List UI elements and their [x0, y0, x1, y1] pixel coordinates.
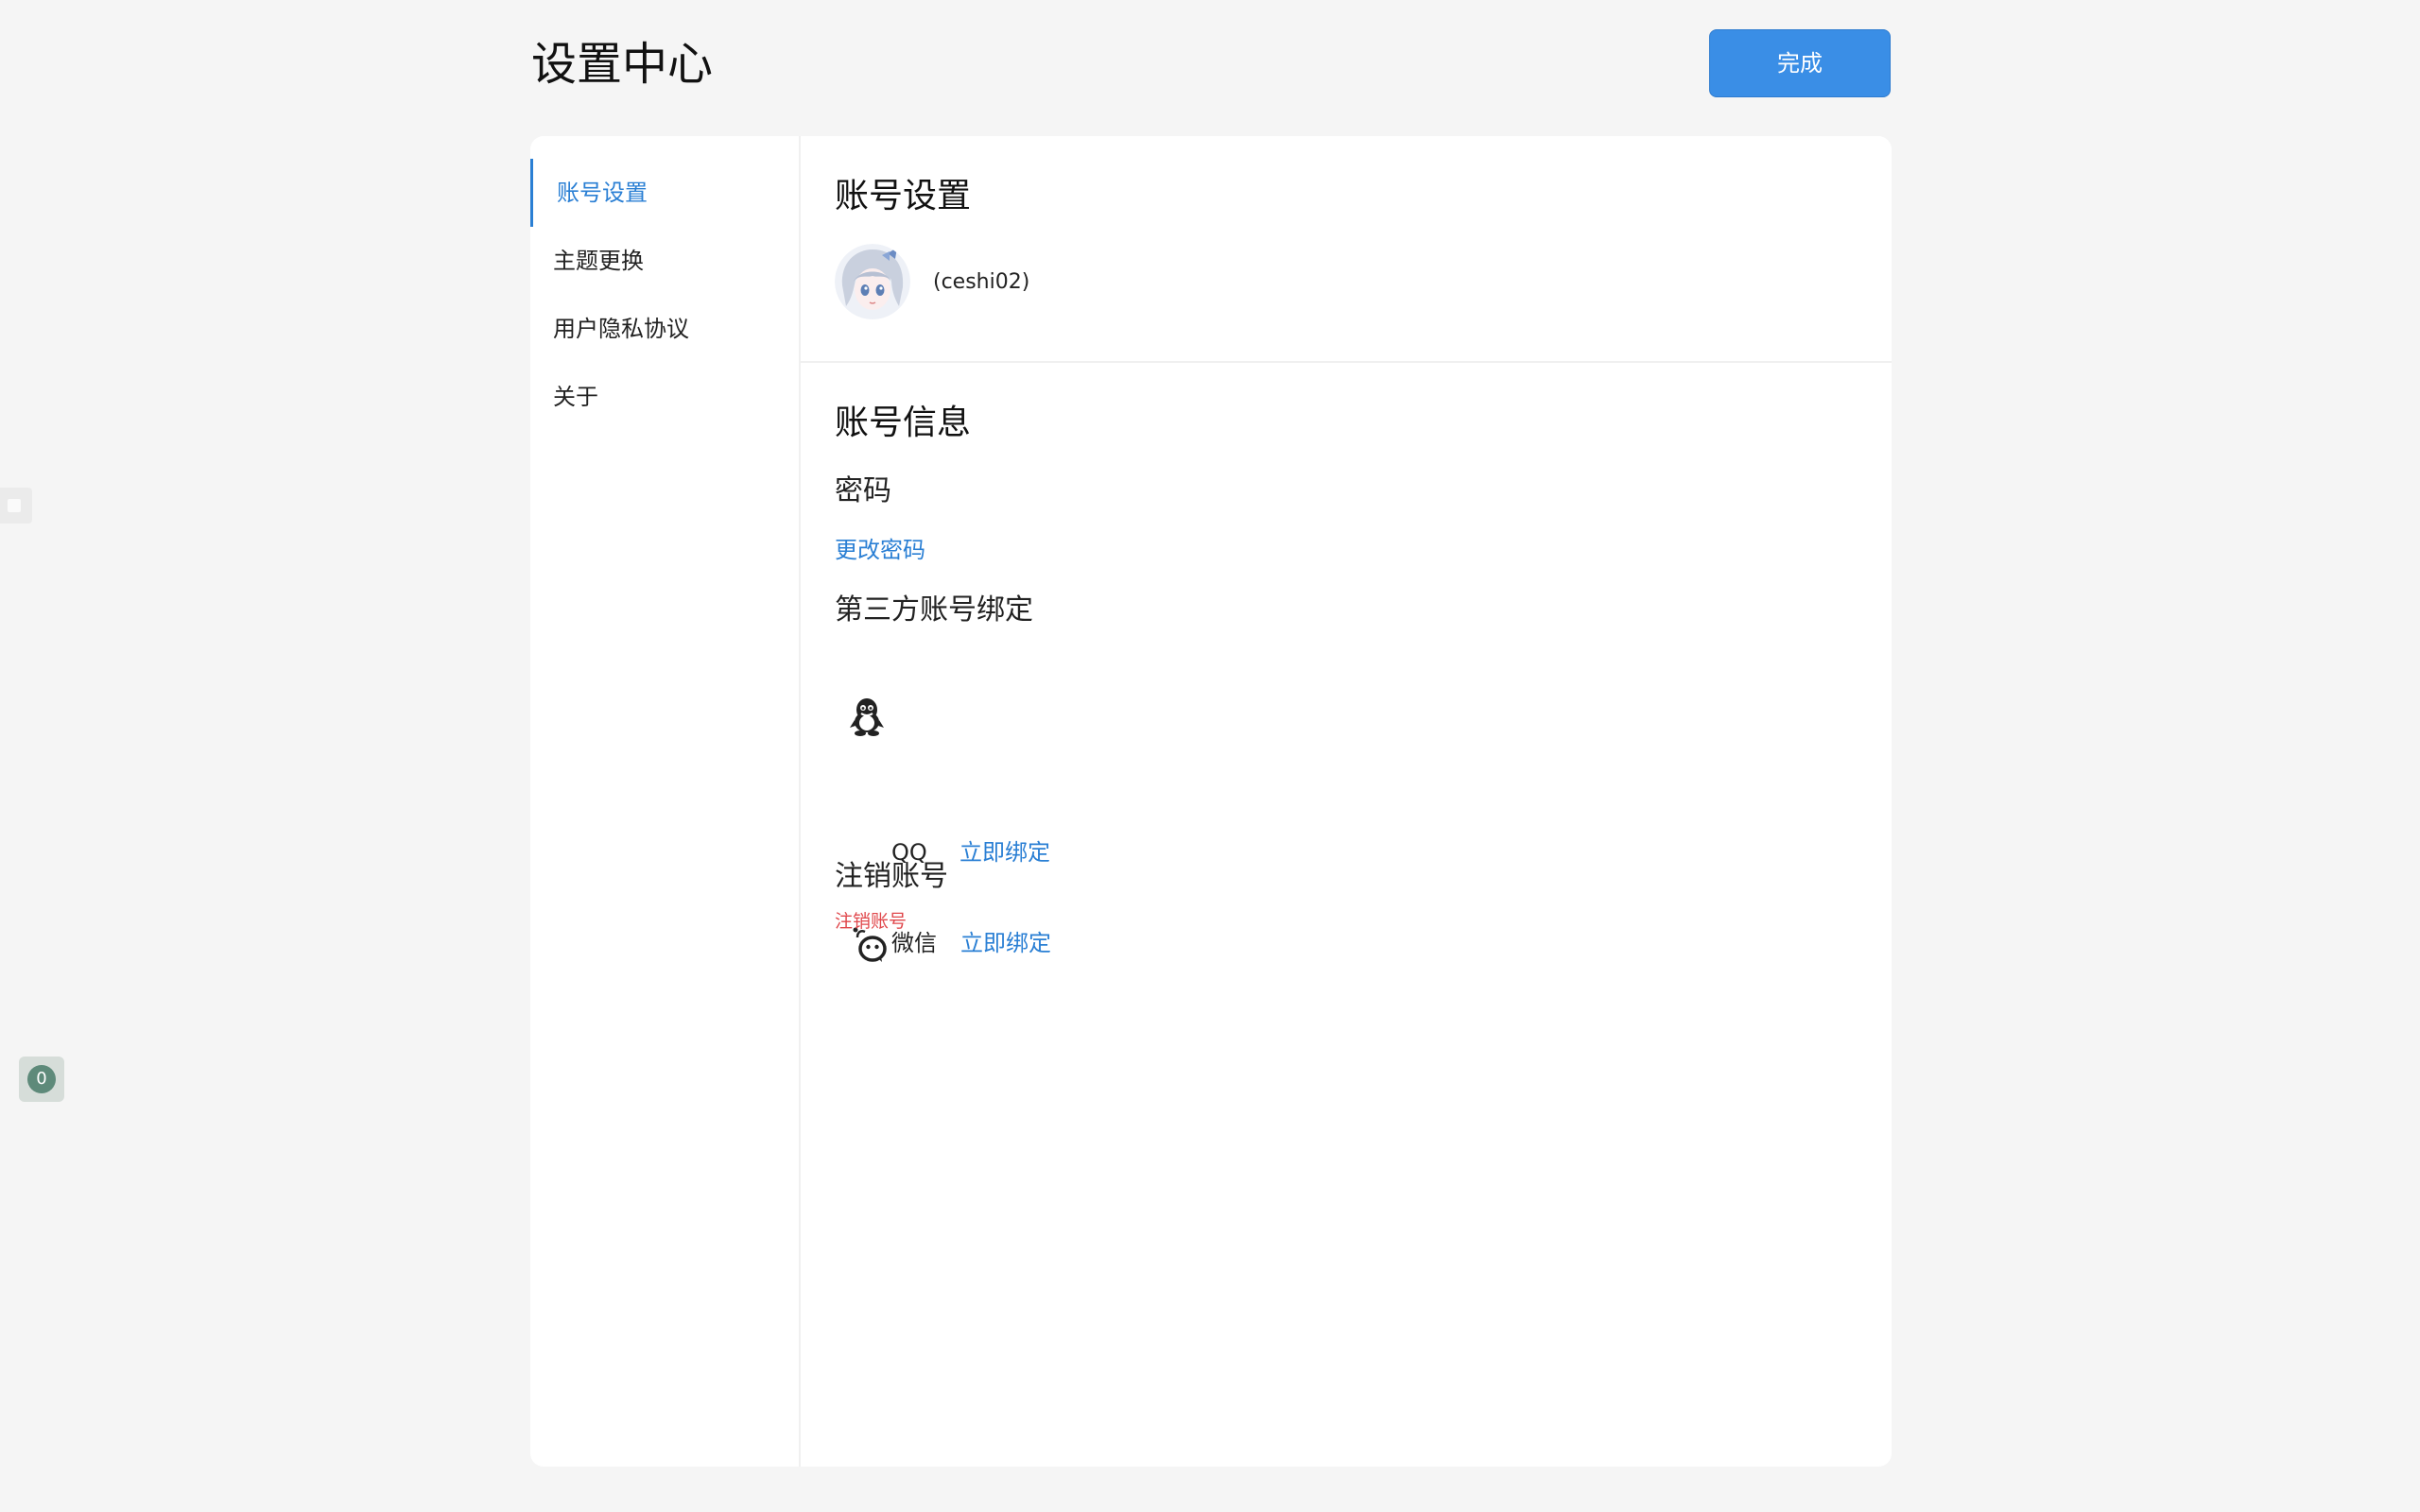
- settings-content: 账号设置 (ceshi02) 账号信息 密码 更改密码 第三方账号绑定 QQ 立…: [801, 136, 1892, 1467]
- settings-card: 账号设置 主题更换 用户隐私协议 关于 账号设置 (ceshi02) 账号信息 …: [530, 136, 1892, 1467]
- bind-wechat-link[interactable]: 立即绑定: [960, 928, 1051, 958]
- account-info-heading: 账号信息: [835, 404, 972, 442]
- avatar-image: [835, 244, 910, 319]
- password-heading: 密码: [835, 474, 891, 507]
- page-title: 设置中心: [531, 38, 714, 91]
- settings-sidebar: 账号设置 主题更换 用户隐私协议 关于: [530, 136, 801, 1467]
- sidebar-item-about[interactable]: 关于: [530, 363, 799, 431]
- floating-counter-badge: 0: [27, 1065, 56, 1093]
- section-divider: [801, 361, 1892, 363]
- qq-icon: [846, 696, 888, 737]
- username: (ceshi02): [933, 270, 1030, 294]
- third-party-binding-heading: 第三方账号绑定: [835, 593, 1033, 627]
- done-button[interactable]: 完成: [1709, 29, 1891, 97]
- sidebar-item-account-settings[interactable]: 账号设置: [530, 159, 799, 227]
- sidebar-item-privacy-policy[interactable]: 用户隐私协议: [530, 295, 799, 363]
- account-settings-heading: 账号设置: [835, 177, 972, 215]
- change-password-link[interactable]: 更改密码: [835, 535, 925, 565]
- bind-qq-link[interactable]: 立即绑定: [959, 837, 1050, 868]
- deactivate-account-heading: 注销账号: [835, 860, 948, 893]
- sidebar-item-theme[interactable]: 主题更换: [530, 227, 799, 295]
- deactivate-account-link[interactable]: 注销账号: [835, 909, 907, 934]
- side-drawer-handle[interactable]: [0, 488, 32, 524]
- avatar[interactable]: [835, 244, 910, 319]
- floating-counter-button[interactable]: 0: [19, 1057, 64, 1102]
